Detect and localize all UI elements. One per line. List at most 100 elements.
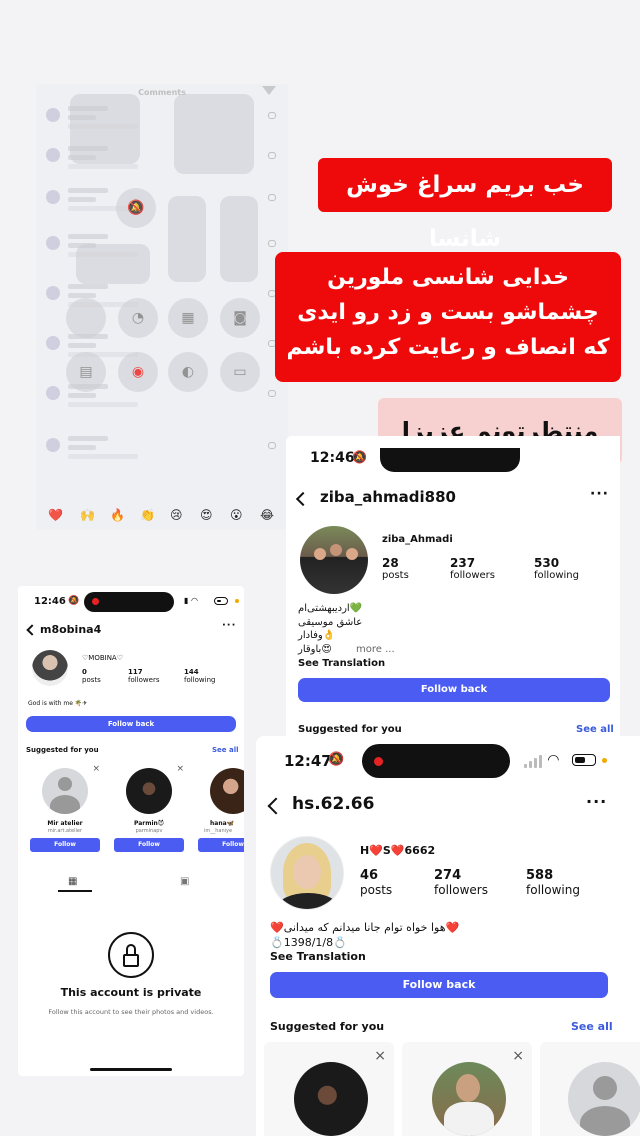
grid-tab-icon[interactable]: ▦ (68, 876, 77, 887)
suggestion-avatar[interactable] (432, 1062, 506, 1136)
recording-dot (92, 598, 99, 605)
flashlight-icon (66, 298, 106, 338)
suggestion-card: × Parmin😈 parminapv Follow (110, 762, 188, 858)
suggested-heading: Suggested for you (298, 724, 402, 735)
profile-username: m8obina4 (40, 623, 102, 636)
see-all-link[interactable]: See all (571, 1020, 613, 1033)
mute-icon: 🔕 (116, 188, 156, 228)
suggestion-avatar[interactable] (294, 1062, 368, 1136)
emoji-reaction[interactable]: 😍 (200, 508, 213, 522)
suggestion-avatar[interactable] (568, 1062, 640, 1136)
private-subtitle: Follow this account to see their photos … (48, 1008, 214, 1016)
suggestion-card: × (402, 1042, 532, 1136)
suggestion-handle: parminapv (135, 828, 163, 834)
follow-back-button[interactable]: Follow back (26, 716, 236, 732)
comment-row (46, 436, 276, 474)
profile-avatar[interactable] (300, 526, 368, 594)
profile-bio: ❤️هوا خواه توام جانا میدانم که میدانی❤️ … (270, 921, 460, 949)
stat-following[interactable]: 144 following (184, 668, 215, 684)
status-time: 12:46 (310, 450, 355, 466)
see-translation-link[interactable]: See Translation (298, 658, 385, 669)
tab-indicator (58, 890, 92, 892)
stat-followers[interactable]: 117 followers (128, 668, 159, 684)
volume-slider (220, 196, 258, 282)
brightness-slider (168, 196, 206, 282)
more-options-icon[interactable]: ··· (590, 486, 609, 502)
follow-button[interactable]: Follow (198, 838, 244, 852)
dynamic-island (362, 744, 510, 778)
heart-icon (268, 152, 276, 159)
emoji-reaction[interactable]: 👏 (140, 508, 155, 522)
profile-card-m8obina4: 12:46 🔕 ▮ ◠ m8obina4 ··· ♡MOBINA♡ 0 posts… (18, 586, 244, 1076)
shazam-icon: ◐ (168, 352, 208, 392)
suggestion-handle: mir.art.atelier (47, 828, 83, 834)
suggestion-avatar[interactable] (42, 768, 88, 814)
dismiss-icon[interactable]: × (374, 1048, 386, 1064)
see-all-link[interactable]: See all (212, 746, 239, 754)
stat-posts[interactable]: 28 posts (382, 556, 409, 581)
emoji-reaction[interactable]: 😂 (260, 508, 274, 522)
calculator-icon: ▦ (168, 298, 208, 338)
back-icon[interactable] (267, 797, 285, 815)
suggestion-card: hana🦋 im__haniye Follow (194, 762, 244, 858)
suggestion-avatar[interactable] (210, 768, 244, 814)
emoji-reaction[interactable]: 😮 (230, 508, 243, 522)
banner-line: چشماشو بست و زد رو ایدی (297, 300, 599, 325)
follow-button[interactable]: Follow (114, 838, 184, 852)
back-icon[interactable] (295, 491, 311, 507)
dismiss-icon[interactable]: × (512, 1048, 524, 1064)
banner-line: که انصاف و رعایت کرده باشم (286, 335, 610, 360)
record-icon: ◉ (118, 352, 158, 392)
status-time: 12:46 (34, 596, 66, 607)
suggestion-name: hana🦋 (210, 820, 235, 827)
stat-following[interactable]: 588 following (526, 868, 580, 897)
profile-display-name: ziba_Ahmadi (382, 534, 453, 545)
emoji-reaction[interactable]: ❤️ (48, 508, 63, 522)
heart-icon (268, 112, 276, 119)
stat-posts[interactable]: 0 posts (82, 668, 101, 684)
more-options-icon[interactable]: ··· (586, 792, 607, 811)
stat-followers[interactable]: 274 followers (434, 868, 488, 897)
emoji-reaction[interactable]: 😢 (170, 508, 183, 522)
stat-following[interactable]: 530 following (534, 556, 579, 581)
dismiss-icon[interactable]: × (176, 764, 184, 774)
heart-icon (268, 390, 276, 397)
profile-username: hs.62.66 (292, 794, 375, 814)
mute-icon: 🔕 (352, 450, 367, 464)
emoji-reaction[interactable]: 🙌 (80, 508, 95, 522)
more-options-icon[interactable]: ··· (222, 620, 236, 631)
heart-icon (268, 240, 276, 247)
suggestion-card: × (264, 1042, 394, 1136)
stat-followers[interactable]: 237 followers (450, 556, 495, 581)
battery-icon: ▭ (220, 352, 260, 392)
tagged-tab-icon[interactable]: ▣ (180, 876, 189, 887)
back-icon[interactable] (26, 624, 38, 636)
profile-display-name: ♡MOBINA♡ (82, 654, 123, 662)
follow-button[interactable]: Follow (30, 838, 100, 852)
battery-icon (214, 597, 228, 605)
connectivity-tile (70, 94, 140, 164)
suggested-heading: Suggested for you (26, 746, 99, 754)
dismiss-icon[interactable]: × (92, 764, 100, 774)
profile-avatar[interactable] (270, 836, 344, 910)
see-all-link[interactable]: See all (576, 724, 614, 735)
emoji-reaction[interactable]: 🔥 (110, 508, 125, 522)
banner-random-pick: خدایی شانسی ملورین چشماشو بست و زد رو ای… (275, 252, 621, 382)
stat-posts[interactable]: 46 posts (360, 868, 392, 897)
follow-back-button[interactable]: Follow back (298, 678, 610, 702)
camera-icon: ◙ (220, 298, 260, 338)
more-link[interactable]: more ... (356, 644, 395, 655)
see-translation-link[interactable]: See Translation (270, 950, 366, 963)
status-time: 12:47 (284, 752, 332, 770)
profile-card-ziba: 12:46 🔕 ziba_ahmadi880 ··· ziba_Ahmadi 2… (286, 436, 620, 746)
battery-icon (572, 754, 596, 766)
suggestion-avatar[interactable] (126, 768, 172, 814)
profile-avatar[interactable] (32, 650, 68, 686)
suggested-heading: Suggested for you (270, 1020, 385, 1033)
follow-back-button[interactable]: Follow back (270, 972, 608, 998)
mute-icon: 🔕 (68, 596, 80, 606)
suggestion-name: Mir atelier (47, 820, 83, 827)
send-icon (262, 86, 276, 95)
comments-panel: Comments 🔕 ◔ ▦ ◙ ▤ ◉ ◐ ▭ ❤️ 🙌 🔥 👏 😢 😍 😮 … (36, 84, 288, 530)
orange-dot (602, 758, 607, 763)
